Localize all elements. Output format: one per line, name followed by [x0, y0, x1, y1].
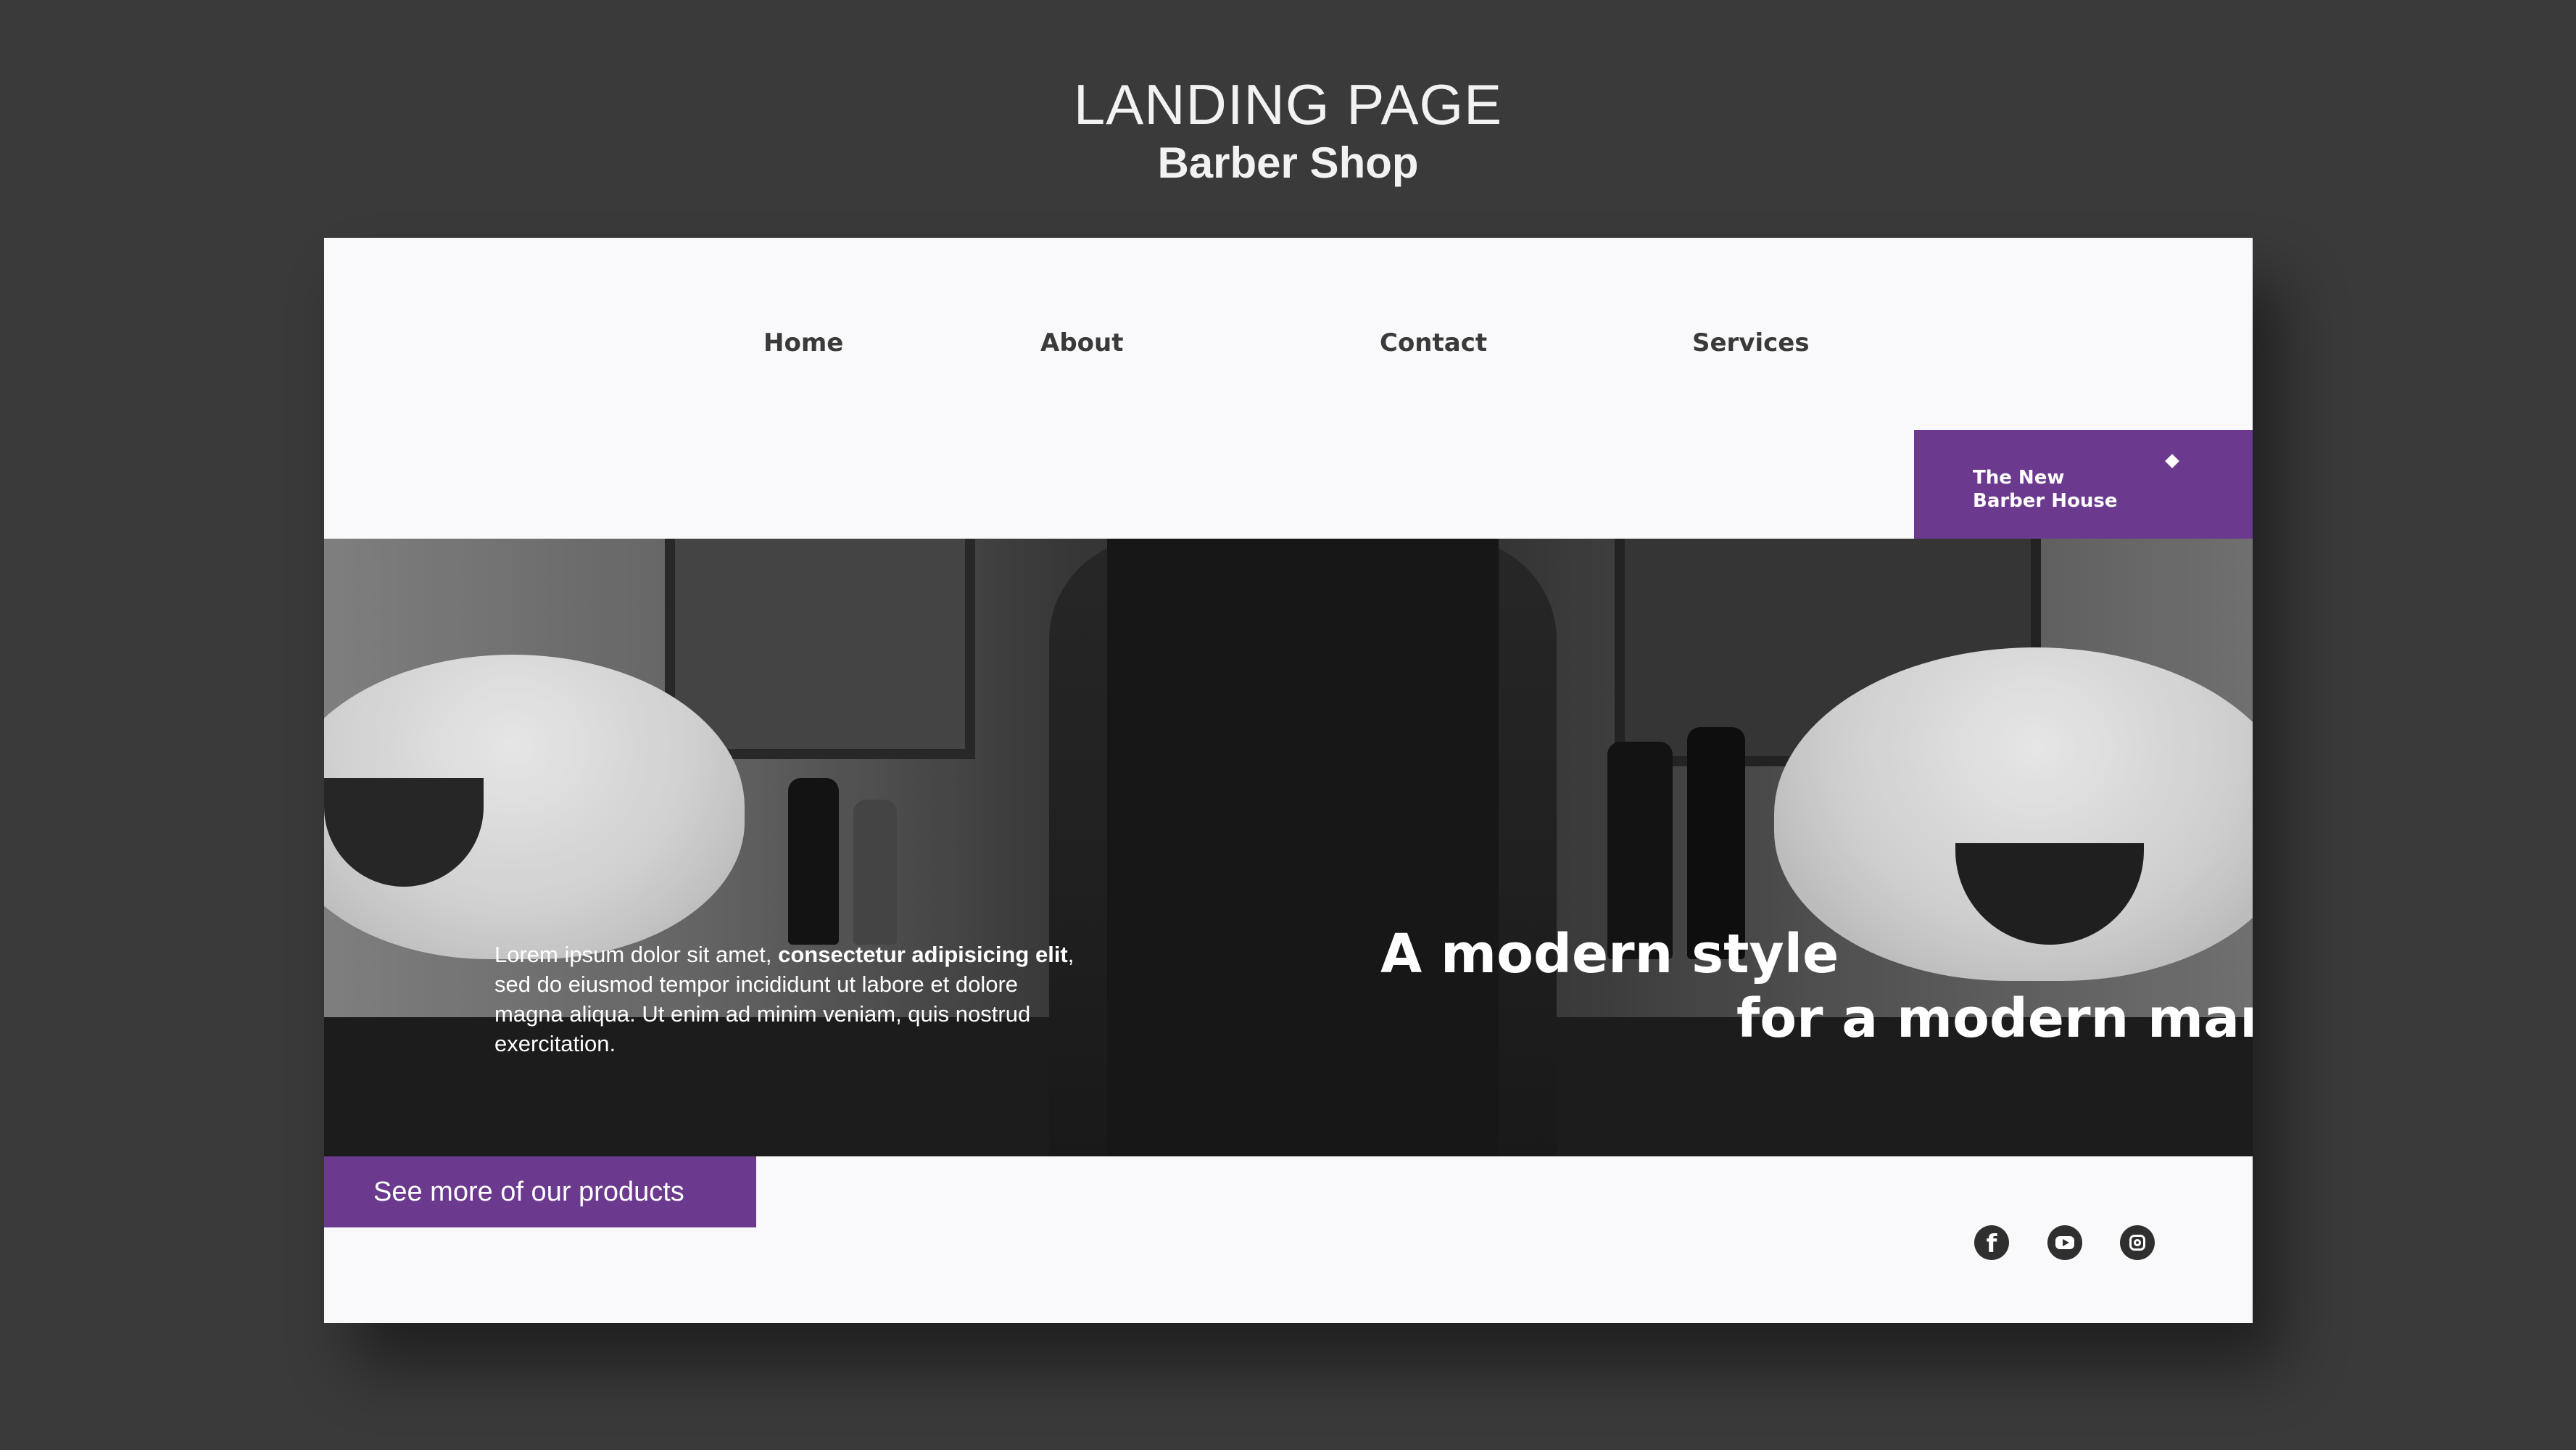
instagram-icon[interactable] [2120, 1225, 2155, 1260]
brand-badge: The New Barber House [1914, 430, 2253, 539]
facebook-glyph: f [1986, 1230, 1997, 1259]
brand-badge-text: The New Barber House [1973, 466, 2118, 513]
hero-headline-line1: A modern style [1380, 923, 1839, 985]
brand-badge-line1: The New [1973, 467, 2065, 489]
hero-blurb-bold: consectetur adipisicing elit [778, 942, 1068, 967]
hero-headline-line2: for a modern man [1736, 987, 2253, 1050]
mockup-title: LANDING PAGE [1073, 72, 1503, 136]
hero-overlay [324, 539, 2253, 1156]
hero-blurb: Lorem ipsum dolor sit amet, consectetur … [494, 940, 1089, 1058]
nav-link-home[interactable]: Home [763, 331, 843, 355]
hero-blurb-lead: Lorem ipsum dolor sit amet, [494, 942, 779, 967]
hero-banner: Lorem ipsum dolor sit amet, consectetur … [324, 539, 2253, 1156]
nav-link-services[interactable]: Services [1692, 331, 1810, 355]
nav-link-about[interactable]: About [1040, 331, 1123, 355]
mockup-subtitle: Barber Shop [1157, 138, 1419, 187]
see-products-button[interactable]: See more of our products [324, 1156, 756, 1227]
youtube-icon[interactable] [2047, 1225, 2082, 1260]
diamond-icon [2165, 454, 2179, 468]
instagram-camera-glyph [2129, 1235, 2145, 1251]
brand-badge-line2: Barber House [1973, 490, 2118, 512]
landing-page-card: Home About Contact Services The New Barb… [324, 238, 2253, 1323]
facebook-icon[interactable]: f [1974, 1225, 2009, 1260]
youtube-play-glyph [2055, 1236, 2074, 1249]
nav-link-contact[interactable]: Contact [1380, 331, 1487, 355]
